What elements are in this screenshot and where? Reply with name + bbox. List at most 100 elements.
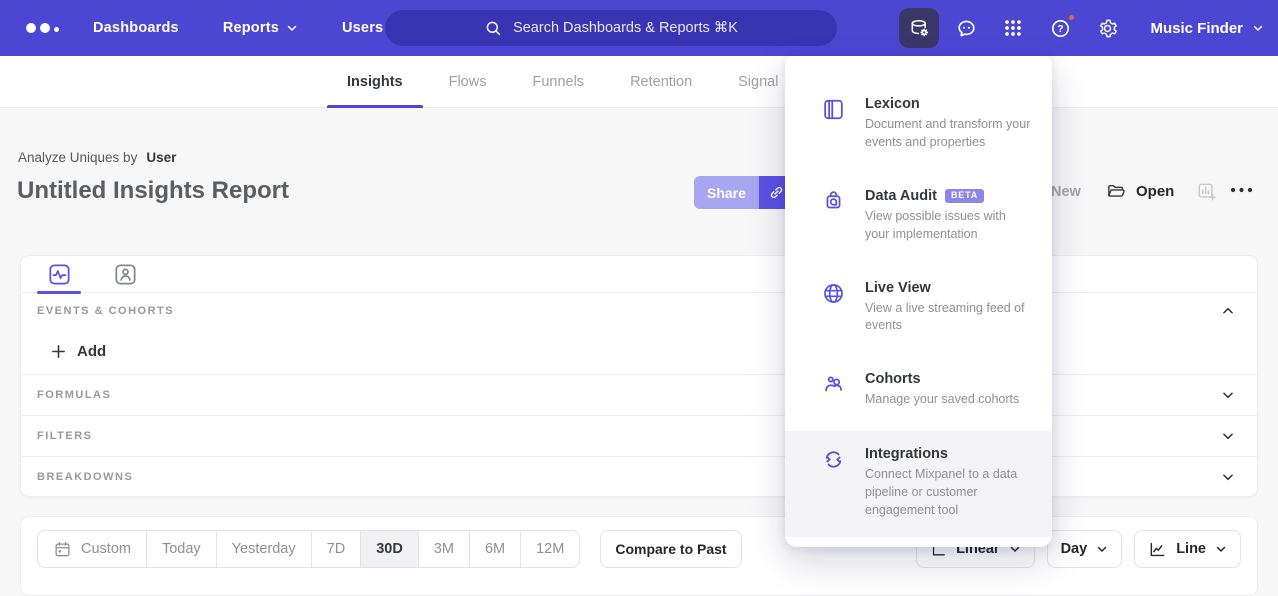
filters-section-header[interactable]: FILTERS (21, 415, 1257, 456)
add-label: Add (77, 343, 106, 360)
tab-label: Retention (630, 74, 692, 90)
breakdowns-section-label: BREAKDOWNS (37, 471, 133, 483)
project-name: Music Finder (1150, 20, 1243, 37)
formulas-section-header[interactable]: FORMULAS (21, 374, 1257, 415)
add-event-button[interactable]: Add (21, 329, 1257, 374)
menu-item-title: Data Audit (865, 188, 937, 204)
builder-tabbar (21, 256, 1257, 293)
share-button[interactable]: Share (694, 176, 759, 209)
chevron-down-icon[interactable] (1221, 388, 1235, 402)
menu-item-cohorts[interactable]: Cohorts Manage your saved cohorts (785, 359, 1052, 421)
range-label: 6M (485, 541, 505, 557)
nav-users[interactable]: Users (342, 20, 383, 36)
logo-dot (26, 23, 36, 33)
more-options-button[interactable] (1229, 184, 1254, 196)
users-view-tab[interactable] (103, 256, 147, 293)
tab-retention[interactable]: Retention (610, 56, 712, 108)
top-nav-bar: Dashboards Reports Users Search Dashboar… (0, 0, 1278, 56)
person-card-icon (113, 262, 138, 287)
report-tabbar: Insights Flows Funnels Retention Signal … (0, 56, 1278, 108)
range-label: 7D (327, 541, 346, 557)
range-label: Yesterday (232, 541, 296, 557)
tab-label: Flows (449, 74, 487, 90)
open-report-button[interactable]: Open (1106, 181, 1174, 202)
project-selector[interactable]: Music Finder (1150, 20, 1264, 37)
interval-select[interactable]: Day (1047, 530, 1123, 568)
page-title: Untitled Insights Report (17, 177, 289, 205)
nav-dashboards[interactable]: Dashboards (93, 20, 179, 36)
help-button[interactable]: ? (1040, 8, 1080, 48)
cohorts-icon (821, 372, 846, 397)
menu-item-integrations[interactable]: Integrations Connect Mixpanel to a data … (785, 431, 1052, 537)
menu-item-title: Live View (865, 280, 931, 296)
header-actions: ? Music Finder (899, 0, 1264, 56)
range-30d[interactable]: 30D (360, 531, 418, 567)
menu-item-title: Integrations (865, 446, 948, 462)
range-7d[interactable]: 7D (311, 531, 361, 567)
svg-text:?: ? (1057, 24, 1063, 35)
menu-item-text: Cohorts Manage your saved cohorts (865, 371, 1032, 409)
events-section-header[interactable]: EVENTS & COHORTS (21, 293, 1257, 329)
open-label: Open (1136, 183, 1174, 200)
range-6m[interactable]: 6M (469, 531, 520, 567)
range-today[interactable]: Today (146, 531, 216, 567)
nav-users-label: Users (342, 20, 383, 36)
chat-bubble-icon (955, 17, 978, 40)
integrations-icon (821, 447, 846, 472)
menu-item-live-view[interactable]: Live View View a live streaming feed of … (785, 268, 1052, 348)
link-icon (767, 183, 786, 202)
apps-grid-button[interactable] (993, 8, 1033, 48)
search-icon (484, 19, 503, 38)
range-custom[interactable]: Custom (38, 531, 146, 567)
chevron-down-icon (1096, 543, 1108, 555)
ellipsis-icon (1229, 184, 1254, 196)
primary-nav: Dashboards Reports Users (93, 20, 383, 36)
logo-dot (40, 23, 50, 33)
menu-item-title: Lexicon (865, 96, 920, 112)
database-gear-icon (908, 17, 931, 40)
nav-reports-label: Reports (223, 20, 279, 36)
tab-label: Insights (347, 74, 403, 90)
range-label: 12M (536, 541, 564, 557)
tab-flows[interactable]: Flows (429, 56, 507, 108)
tab-funnels[interactable]: Funnels (512, 56, 604, 108)
feedback-button[interactable] (946, 8, 986, 48)
search-input[interactable]: Search Dashboards & Reports ⌘K (385, 10, 837, 46)
new-report-button[interactable]: New (1051, 184, 1081, 200)
chart-toolbar-card: Custom Today Yesterday 7D 30D 3M 6M 12M … (20, 516, 1258, 596)
pulse-chart-icon (47, 262, 72, 287)
range-3m[interactable]: 3M (418, 531, 469, 567)
settings-button[interactable] (1087, 8, 1127, 48)
tab-label: Signal (738, 74, 778, 90)
menu-item-text: Live View View a live streaming feed of … (865, 280, 1032, 336)
menu-item-title: Cohorts (865, 371, 921, 387)
menu-item-lexicon[interactable]: Lexicon Document and transform your even… (785, 84, 1052, 164)
compare-to-past-button[interactable]: Compare to Past (600, 530, 741, 568)
folder-icon (1106, 181, 1127, 202)
analysis-type-selector[interactable]: User (146, 150, 176, 165)
breakdowns-section-header[interactable]: BREAKDOWNS (21, 456, 1257, 497)
chevron-up-icon[interactable] (1221, 304, 1235, 318)
metrics-view-tab[interactable] (37, 256, 81, 293)
range-yesterday[interactable]: Yesterday (216, 531, 311, 567)
gear-icon (1096, 17, 1119, 40)
data-management-button[interactable] (899, 8, 939, 48)
menu-item-data-audit[interactable]: Data Audit BETA View possible issues wit… (785, 176, 1052, 256)
nav-dashboards-label: Dashboards (93, 20, 179, 36)
data-management-menu: Lexicon Document and transform your even… (785, 56, 1052, 547)
chevron-down-icon (286, 22, 298, 34)
range-12m[interactable]: 12M (520, 531, 579, 567)
chart-type-select[interactable]: Line (1134, 530, 1241, 568)
range-label: 3M (434, 541, 454, 557)
search-placeholder: Search Dashboards & Reports ⌘K (513, 20, 738, 36)
tab-insights[interactable]: Insights (327, 56, 423, 108)
mixpanel-logo[interactable] (26, 23, 59, 33)
menu-item-description: View a live streaming feed of events (865, 300, 1032, 336)
active-tab-underline (327, 105, 423, 109)
chevron-down-icon[interactable] (1221, 470, 1235, 484)
chevron-down-icon[interactable] (1221, 429, 1235, 443)
menu-item-description: Document and transform your events and p… (865, 116, 1032, 152)
add-to-dashboard-button[interactable] (1196, 181, 1218, 203)
menu-item-description: Manage your saved cohorts (865, 391, 1032, 409)
nav-reports[interactable]: Reports (223, 20, 298, 36)
